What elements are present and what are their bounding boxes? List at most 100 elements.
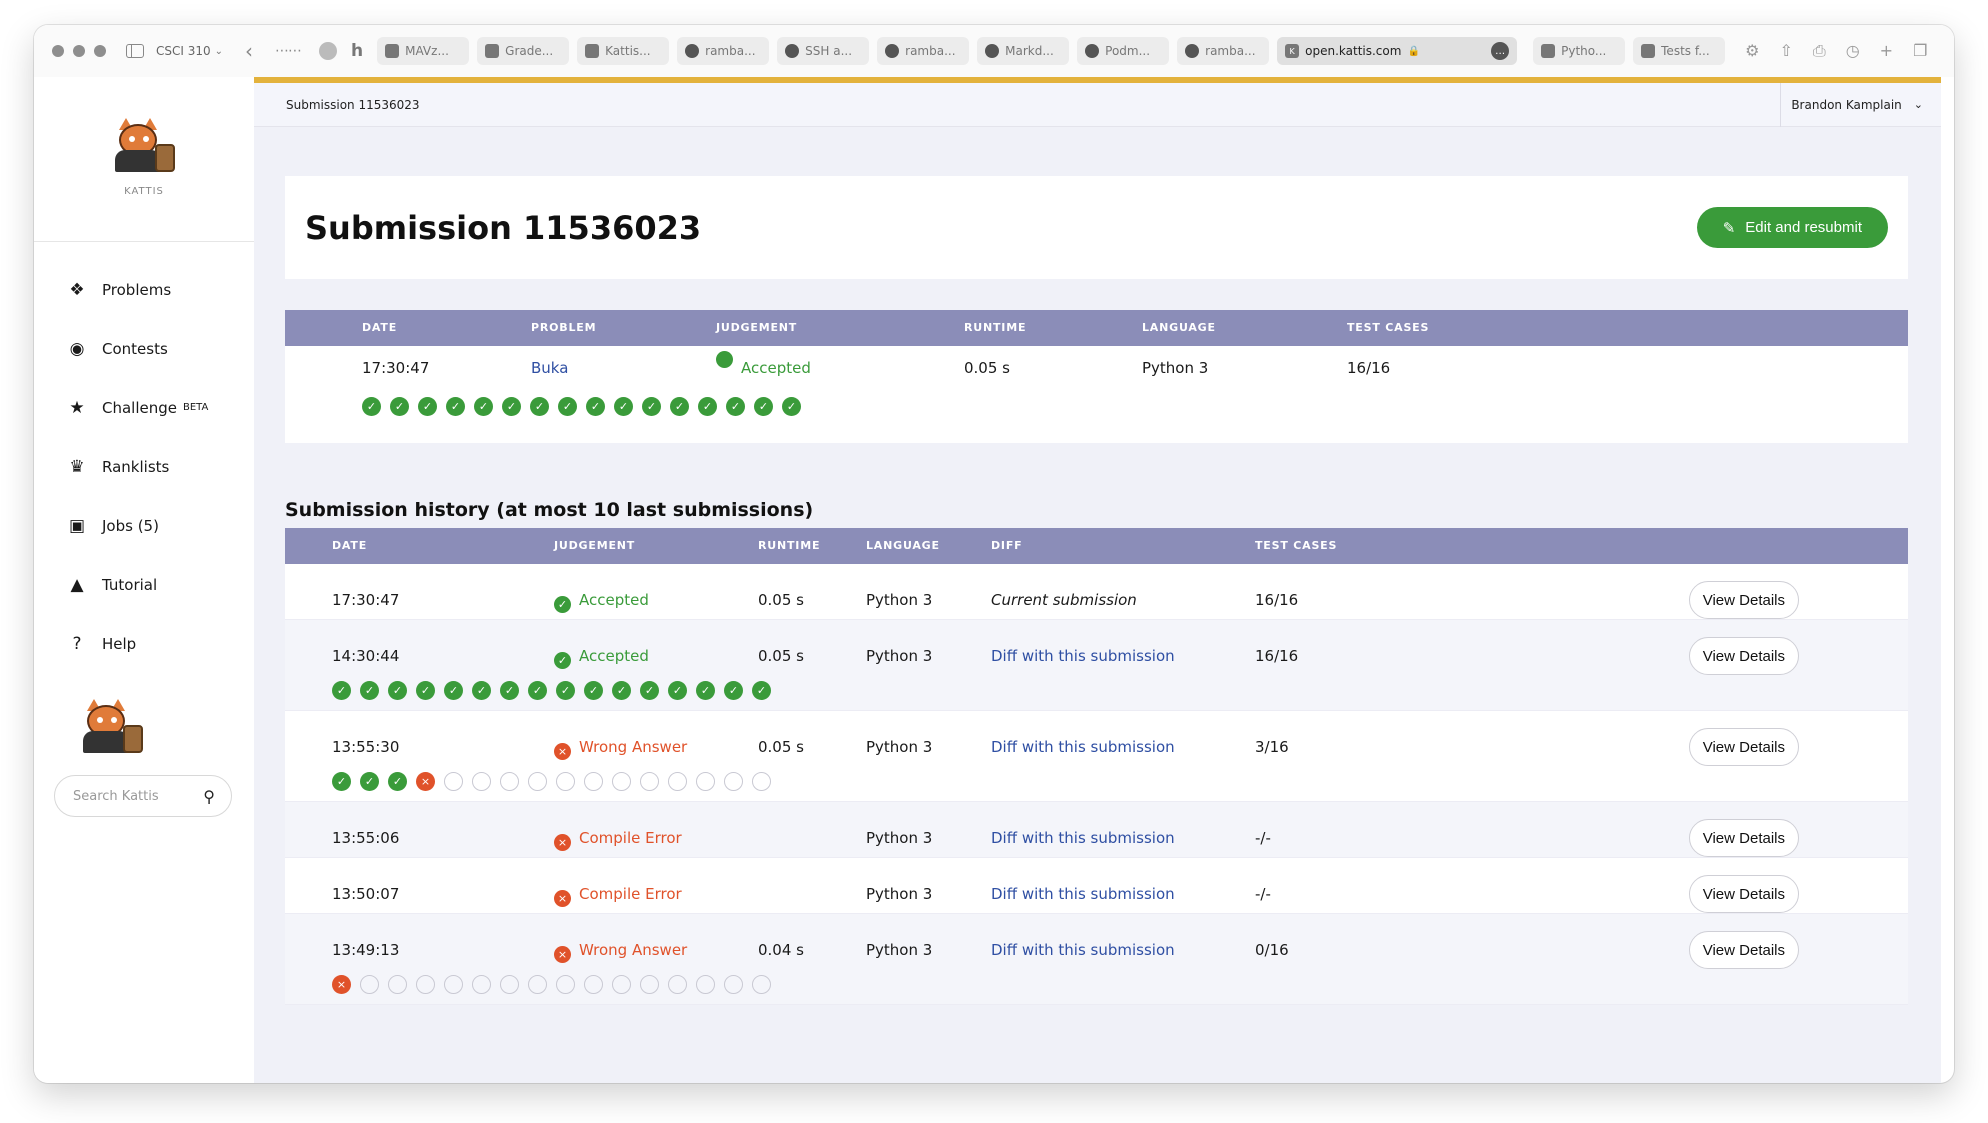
browser-tab[interactable]: MAVz... [377,37,470,65]
star-icon: ★ [69,397,85,418]
browser-window: CSCI 310 ⌄ ‹ ⋯⋯ h MAVz... Grade... Kattis.… [34,25,1954,1083]
browser-tab[interactable]: Pytho... [1533,37,1626,65]
test-pass-icon: ✓ [360,772,379,791]
test-pending-icon [528,772,547,791]
edit-and-resubmit-button[interactable]: ✎ Edit and resubmit [1696,207,1888,248]
view-details-button[interactable]: View Details [1688,931,1799,969]
test-pass-icon: ✓ [418,397,437,416]
settings-icon[interactable]: ⚙ [1745,41,1759,61]
search-icon[interactable]: ⚲ [203,787,215,806]
browser-tab[interactable]: ramba... [877,37,970,65]
history-judgement-text: Compile Error [579,885,682,903]
window-controls [52,45,106,57]
sidebar-item-label: Tutorial [102,575,158,594]
print-icon[interactable]: ⎙ [1813,41,1826,61]
view-details-button[interactable]: View Details [1688,728,1799,766]
sidebar-item-label: Help [102,634,137,653]
test-pass-icon: ✓ [668,681,687,700]
check-icon: ✓ [716,351,733,379]
test-case-results: ✓ ✓ ✓ ✓ ✓ ✓ ✓ ✓ ✓ ✓ ✓ ✓ ✓ ✓ ✓ ✓ [332,681,771,700]
main-content: Submission 11536023 Brandon Kamplain ⌄ S… [254,77,1941,1083]
sidebar-item-problems[interactable]: ❖ Problems [34,260,254,319]
grid-icon[interactable]: ⋯⋯ [275,43,302,59]
view-details-button[interactable]: View Details [1688,819,1799,857]
page-title: Submission 11536023 [305,208,702,247]
summary-judgement-text: Accepted [741,359,811,377]
browser-tab[interactable]: Tests f... [1633,37,1726,65]
submission-history-table: DATE JUDGEMENT RUNTIME LANGUAGE DIFF TES… [285,528,1908,1005]
diff-link[interactable]: Diff with this submission [991,828,1175,848]
test-pass-icon: ✓ [332,681,351,700]
browser-tab-label: Markd... [1005,44,1054,58]
view-details-button[interactable]: View Details [1688,637,1799,675]
test-pending-icon [584,975,603,994]
back-icon[interactable]: ‹ [245,39,253,63]
diff-link[interactable]: Diff with this submission [991,884,1175,904]
more-icon[interactable]: … [1491,42,1510,60]
sidebar-item-challenge[interactable]: ★ Challenge BETA [34,378,254,437]
test-pending-icon [640,772,659,791]
h-extension-icon[interactable]: h [351,41,363,61]
history-language: Python 3 [866,647,933,665]
view-details-button[interactable]: View Details [1688,875,1799,913]
test-pending-icon [472,975,491,994]
tab-overview-icon[interactable]: ❐ [1913,41,1927,61]
test-pass-icon: ✓ [724,681,743,700]
sidebar-item-help[interactable]: ? Help [34,614,254,673]
browser-tab[interactable]: ramba... [1177,37,1270,65]
sidebar-item-contests[interactable]: ◉ Contests [34,319,254,378]
summary-header-language: LANGUAGE [1142,321,1216,334]
test-pending-icon [416,975,435,994]
test-pass-icon: ✓ [530,397,549,416]
test-fail-icon: × [332,975,351,994]
table-row: 13:55:30 × Wrong Answer 0.05 s Python 3 Diff … [285,711,1908,802]
history-date: 13:50:07 [332,885,400,903]
history-icon[interactable]: ◷ [1846,41,1860,61]
search-kattis-input[interactable]: Search Kattis ⚲ [54,775,232,817]
close-window-button[interactable] [52,45,64,57]
test-pending-icon [388,975,407,994]
sidebar-item-jobs[interactable]: ▣ Jobs (5) [34,496,254,555]
sidebar-item-ranklists[interactable]: ♛ Ranklists [34,437,254,496]
browser-tab[interactable]: Kattis... [577,37,670,65]
active-tab-url: open.kattis.com [1305,44,1402,58]
history-judgement: × Compile Error [554,828,682,851]
test-pending-icon [752,975,771,994]
test-pass-icon: ✓ [754,397,773,416]
test-pass-icon: ✓ [556,681,575,700]
view-details-button[interactable]: View Details [1688,581,1799,619]
user-menu[interactable]: Brandon Kamplain ⌄ [1780,82,1941,127]
summary-header-judgement: JUDGEMENT [716,321,798,334]
history-language: Python 3 [866,941,933,959]
test-pass-icon: ✓ [584,681,603,700]
chevron-down-icon[interactable]: ⌄ [215,46,223,57]
history-runtime: 0.05 s [758,738,804,756]
active-tab[interactable]: K open.kattis.com 🔒 … [1277,37,1518,65]
test-pass-icon: ✓ [472,681,491,700]
tab-group-name[interactable]: CSCI 310 [156,44,211,58]
zoom-window-button[interactable] [94,45,106,57]
diff-link[interactable]: Diff with this submission [991,737,1175,757]
sidebar-item-label: Jobs (5) [102,516,159,535]
kattis-logo[interactable]: KATTIS [34,77,254,242]
new-tab-icon[interactable]: + [1880,41,1893,61]
history-runtime: 0.05 s [758,591,804,609]
logo-text: KATTIS [124,185,164,197]
tab-strip: MAVz... Grade... Kattis... ramba... SSH a...… [377,37,1277,65]
browser-tab[interactable]: Grade... [477,37,570,65]
extension-icon[interactable] [319,42,338,60]
test-pass-icon: ✓ [752,681,771,700]
diff-link[interactable]: Diff with this submission [991,646,1175,666]
browser-tab[interactable]: Podm... [1077,37,1170,65]
diff-link[interactable]: Diff with this submission [991,940,1175,960]
browser-tab[interactable]: ramba... [677,37,770,65]
problem-link[interactable]: Buka [531,346,568,390]
sidebar-item-tutorial[interactable]: ▲ Tutorial [34,555,254,614]
history-test-cases: 0/16 [1255,941,1289,959]
minimize-window-button[interactable] [73,45,85,57]
share-icon[interactable]: ⇧ [1779,41,1792,61]
browser-tab[interactable]: SSH a... [777,37,870,65]
browser-tab[interactable]: Markd... [977,37,1070,65]
sidebar-toggle-icon[interactable] [126,44,144,58]
github-icon [685,44,700,58]
